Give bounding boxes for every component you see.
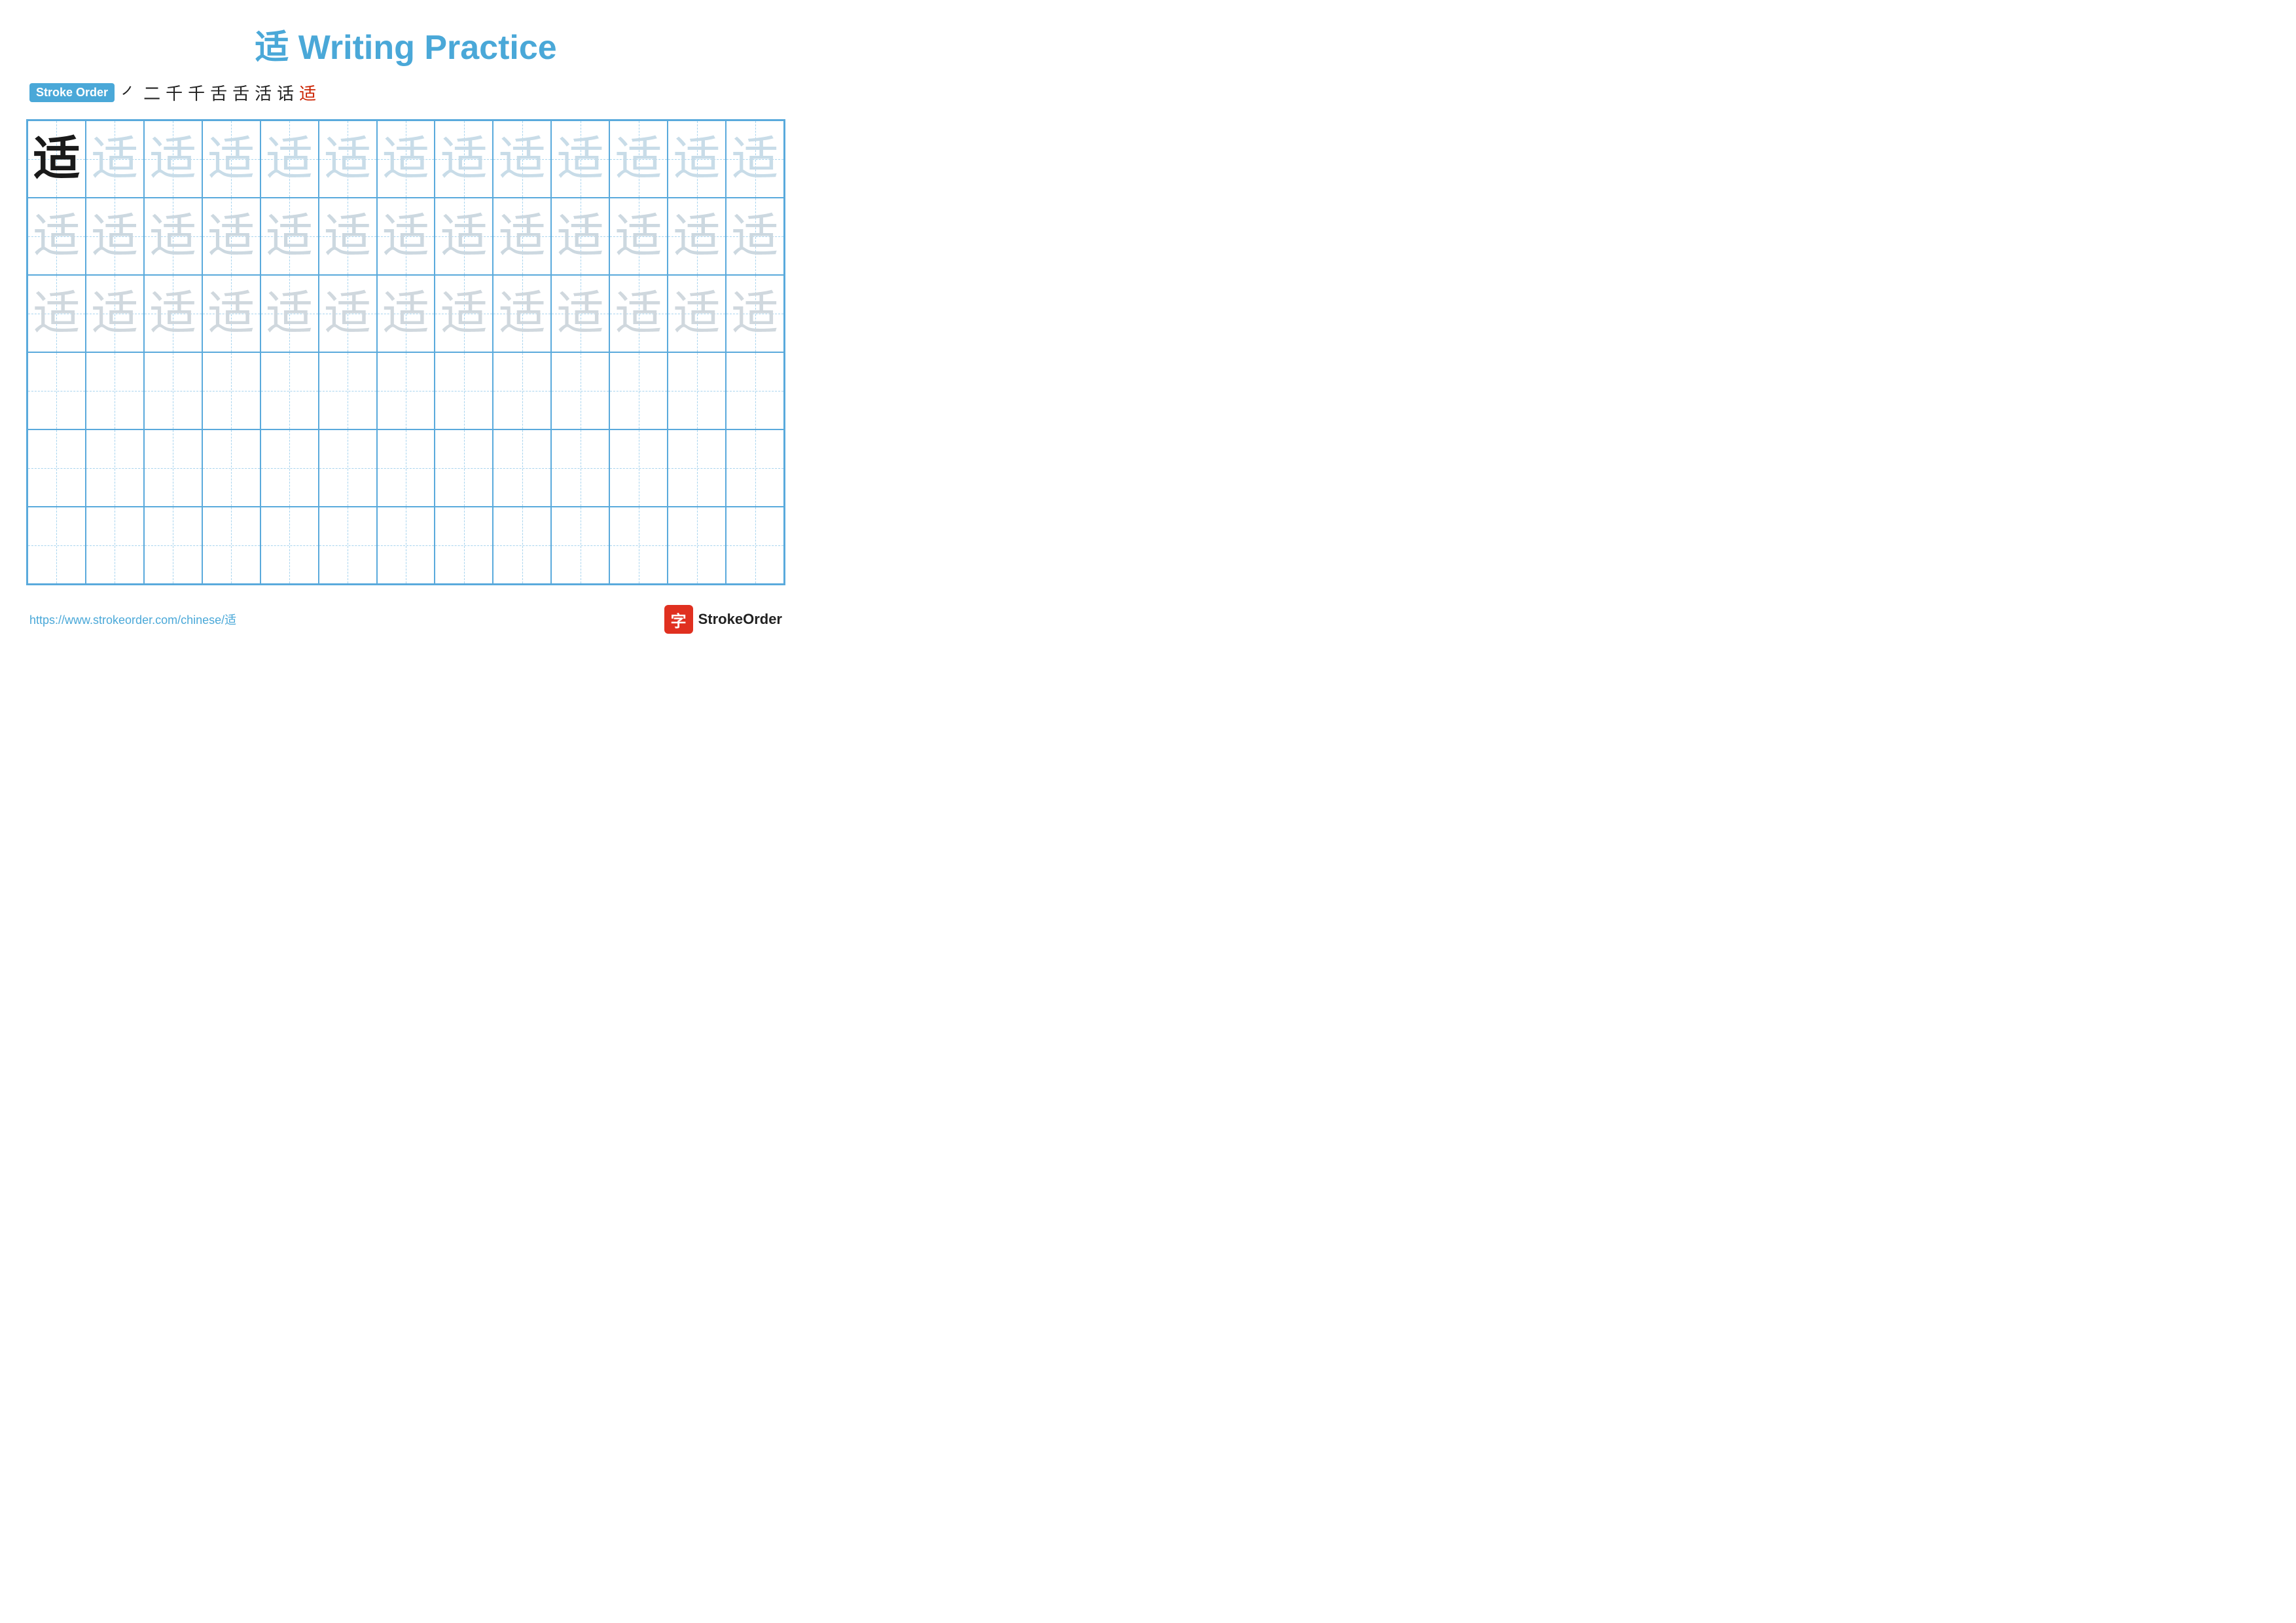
grid-cell-r2c8[interactable]: 适 bbox=[435, 198, 493, 275]
grid-cell-r4c13[interactable] bbox=[726, 352, 784, 429]
grid-cell-r3c9[interactable]: 适 bbox=[493, 275, 551, 352]
brand: 字 StrokeOrder bbox=[664, 605, 782, 634]
stroke-5: 舌 bbox=[210, 81, 227, 105]
grid-cell-r5c9[interactable] bbox=[493, 429, 551, 507]
grid-cell-r5c12[interactable] bbox=[668, 429, 726, 507]
grid-cell-r2c4[interactable]: 适 bbox=[202, 198, 260, 275]
grid-cell-r1c3[interactable]: 适 bbox=[144, 120, 202, 198]
grid-cell-r1c10[interactable]: 适 bbox=[551, 120, 609, 198]
grid-cell-r4c12[interactable] bbox=[668, 352, 726, 429]
grid-cell-r3c13[interactable]: 适 bbox=[726, 275, 784, 352]
grid-cell-r2c12[interactable]: 适 bbox=[668, 198, 726, 275]
stroke-4: 千 bbox=[188, 81, 205, 105]
grid-cell-r5c10[interactable] bbox=[551, 429, 609, 507]
grid-cell-r5c2[interactable] bbox=[86, 429, 144, 507]
grid-cell-r6c7[interactable] bbox=[377, 507, 435, 584]
stroke-chars: ㇒ 二 千 千 舌 舌 活 话 适 bbox=[121, 81, 316, 105]
grid-cell-r1c1[interactable]: 适 bbox=[27, 120, 86, 198]
grid-cell-r4c5[interactable] bbox=[260, 352, 319, 429]
grid-cell-r6c8[interactable] bbox=[435, 507, 493, 584]
grid-cell-r3c2[interactable]: 适 bbox=[86, 275, 144, 352]
grid-cell-r2c7[interactable]: 适 bbox=[377, 198, 435, 275]
grid-cell-r3c10[interactable]: 适 bbox=[551, 275, 609, 352]
grid-cell-r6c1[interactable] bbox=[27, 507, 86, 584]
stroke-order-row: Stroke Order ㇒ 二 千 千 舌 舌 活 话 适 bbox=[26, 81, 785, 105]
grid-cell-r3c11[interactable]: 适 bbox=[609, 275, 668, 352]
title-text: 适 Writing Practice bbox=[255, 29, 556, 67]
grid-cell-r2c11[interactable]: 适 bbox=[609, 198, 668, 275]
grid-cell-r5c8[interactable] bbox=[435, 429, 493, 507]
grid-cell-r2c5[interactable]: 适 bbox=[260, 198, 319, 275]
stroke-6: 舌 bbox=[232, 81, 249, 105]
grid-cell-r1c7[interactable]: 适 bbox=[377, 120, 435, 198]
grid-cell-r6c4[interactable] bbox=[202, 507, 260, 584]
grid-cell-r3c5[interactable]: 适 bbox=[260, 275, 319, 352]
practice-grid: 适 适 适 适 适 适 适 适 适 适 适 适 适 适 适 适 适 适 适 适 … bbox=[26, 119, 785, 585]
grid-cell-r4c2[interactable] bbox=[86, 352, 144, 429]
grid-cell-r5c13[interactable] bbox=[726, 429, 784, 507]
grid-cell-r2c6[interactable]: 适 bbox=[319, 198, 377, 275]
grid-cell-r6c12[interactable] bbox=[668, 507, 726, 584]
grid-cell-r6c13[interactable] bbox=[726, 507, 784, 584]
grid-cell-r3c7[interactable]: 适 bbox=[377, 275, 435, 352]
grid-cell-r4c8[interactable] bbox=[435, 352, 493, 429]
grid-cell-r5c11[interactable] bbox=[609, 429, 668, 507]
grid-cell-r3c6[interactable]: 适 bbox=[319, 275, 377, 352]
grid-cell-r2c3[interactable]: 适 bbox=[144, 198, 202, 275]
grid-cell-r4c11[interactable] bbox=[609, 352, 668, 429]
grid-cell-r4c6[interactable] bbox=[319, 352, 377, 429]
grid-cell-r6c5[interactable] bbox=[260, 507, 319, 584]
brand-icon: 字 bbox=[664, 605, 693, 634]
grid-cell-r1c12[interactable]: 适 bbox=[668, 120, 726, 198]
char-r1c1: 适 bbox=[33, 136, 80, 183]
grid-cell-r3c8[interactable]: 适 bbox=[435, 275, 493, 352]
grid-cell-r6c3[interactable] bbox=[144, 507, 202, 584]
grid-cell-r5c1[interactable] bbox=[27, 429, 86, 507]
grid-cell-r1c9[interactable]: 适 bbox=[493, 120, 551, 198]
grid-cell-r3c1[interactable]: 适 bbox=[27, 275, 86, 352]
stroke-2: 二 bbox=[143, 81, 160, 105]
grid-cell-r1c11[interactable]: 适 bbox=[609, 120, 668, 198]
stroke-3: 千 bbox=[166, 81, 183, 105]
grid-cell-r4c3[interactable] bbox=[144, 352, 202, 429]
grid-cell-r3c12[interactable]: 适 bbox=[668, 275, 726, 352]
grid-cell-r1c2[interactable]: 适 bbox=[86, 120, 144, 198]
grid-cell-r6c11[interactable] bbox=[609, 507, 668, 584]
grid-cell-r1c13[interactable]: 适 bbox=[726, 120, 784, 198]
grid-cell-r3c3[interactable]: 适 bbox=[144, 275, 202, 352]
grid-cell-r2c9[interactable]: 适 bbox=[493, 198, 551, 275]
grid-cell-r2c10[interactable]: 适 bbox=[551, 198, 609, 275]
grid-cell-r5c6[interactable] bbox=[319, 429, 377, 507]
grid-cell-r1c5[interactable]: 适 bbox=[260, 120, 319, 198]
stroke-9: 适 bbox=[299, 81, 316, 105]
grid-cell-r5c5[interactable] bbox=[260, 429, 319, 507]
footer: https://www.strokeorder.com/chinese/适 字 … bbox=[26, 605, 785, 634]
grid-cell-r1c8[interactable]: 适 bbox=[435, 120, 493, 198]
grid-cell-r1c4[interactable]: 适 bbox=[202, 120, 260, 198]
grid-cell-r2c13[interactable]: 适 bbox=[726, 198, 784, 275]
grid-cell-r6c10[interactable] bbox=[551, 507, 609, 584]
footer-url[interactable]: https://www.strokeorder.com/chinese/适 bbox=[29, 611, 236, 628]
grid-cell-r5c4[interactable] bbox=[202, 429, 260, 507]
grid-cell-r4c7[interactable] bbox=[377, 352, 435, 429]
grid-cell-r3c4[interactable]: 适 bbox=[202, 275, 260, 352]
grid-cell-r4c10[interactable] bbox=[551, 352, 609, 429]
page-title: 适 Writing Practice bbox=[26, 20, 785, 69]
brand-name: StrokeOrder bbox=[698, 611, 782, 628]
grid-cell-r4c9[interactable] bbox=[493, 352, 551, 429]
stroke-1: ㇒ bbox=[121, 81, 138, 105]
stroke-7: 活 bbox=[255, 81, 272, 105]
stroke-8: 话 bbox=[277, 81, 294, 105]
grid-cell-r6c9[interactable] bbox=[493, 507, 551, 584]
grid-cell-r1c6[interactable]: 适 bbox=[319, 120, 377, 198]
grid-cell-r6c6[interactable] bbox=[319, 507, 377, 584]
grid-cell-r5c7[interactable] bbox=[377, 429, 435, 507]
grid-cell-r2c1[interactable]: 适 bbox=[27, 198, 86, 275]
grid-cell-r6c2[interactable] bbox=[86, 507, 144, 584]
grid-cell-r2c2[interactable]: 适 bbox=[86, 198, 144, 275]
grid-cell-r4c4[interactable] bbox=[202, 352, 260, 429]
grid-cell-r5c3[interactable] bbox=[144, 429, 202, 507]
grid-cell-r4c1[interactable] bbox=[27, 352, 86, 429]
stroke-order-badge: Stroke Order bbox=[29, 83, 115, 102]
